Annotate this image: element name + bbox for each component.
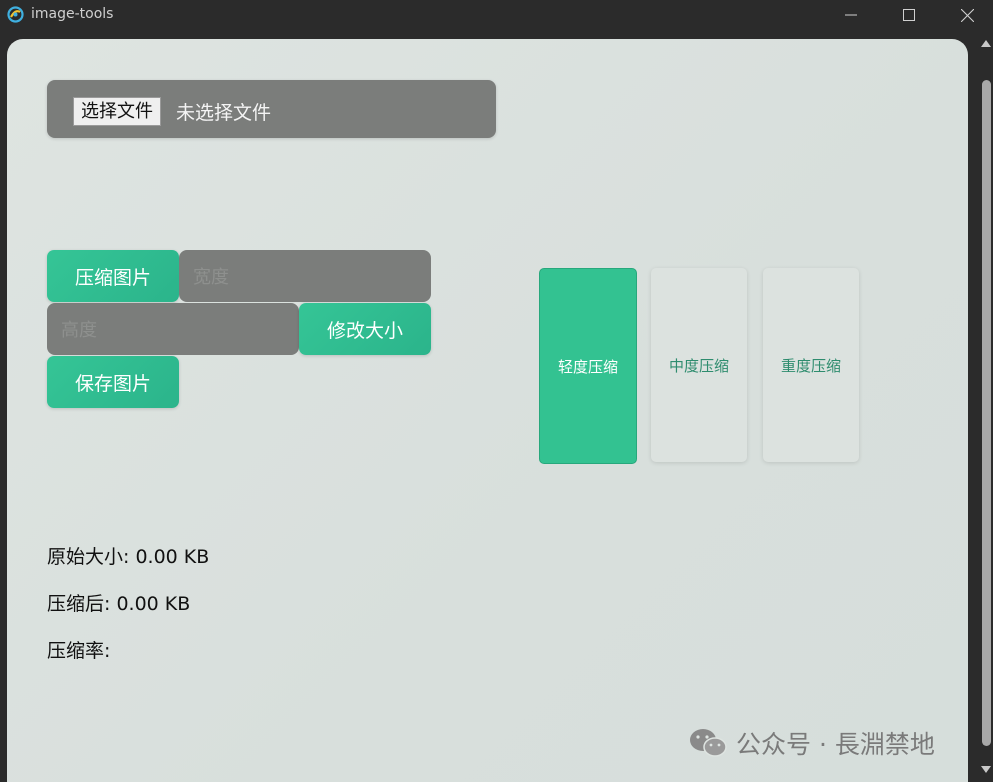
level-medium-button[interactable]: 中度压缩	[651, 268, 747, 462]
scroll-down-button[interactable]	[979, 762, 993, 776]
title-bar: image-tools	[0, 0, 993, 30]
resize-button[interactable]: 修改大小	[299, 303, 431, 355]
watermark: 公众号 · 長淵禁地	[688, 725, 935, 761]
scroll-up-button[interactable]	[979, 36, 993, 50]
close-icon	[960, 8, 974, 22]
minimize-icon	[845, 14, 857, 16]
level-heavy-button[interactable]: 重度压缩	[763, 268, 859, 462]
choose-file-button[interactable]: 选择文件	[73, 97, 161, 126]
main-panel: 选择文件 未选择文件 压缩图片 宽度 高度 修改大小 保存图片 轻度压缩 中度压…	[7, 39, 968, 782]
scrollbar-thumb[interactable]	[982, 80, 991, 746]
original-size-text: 原始大小: 0.00 KB	[47, 546, 210, 568]
compress-button[interactable]: 压缩图片	[47, 250, 179, 302]
file-status-text: 未选择文件	[176, 102, 272, 124]
app-icon	[7, 6, 24, 23]
maximize-button[interactable]	[880, 0, 938, 30]
compressed-size-text: 压缩后: 0.00 KB	[47, 593, 191, 615]
wechat-icon	[690, 729, 727, 757]
level-light-button[interactable]: 轻度压缩	[539, 268, 637, 464]
close-button[interactable]	[938, 0, 993, 30]
compression-ratio-text: 压缩率:	[47, 640, 111, 662]
save-button[interactable]: 保存图片	[47, 356, 179, 408]
height-input[interactable]: 高度	[47, 303, 299, 355]
watermark-text: 公众号 · 長淵禁地	[736, 730, 935, 759]
scroll-up-icon	[981, 39, 991, 47]
maximize-icon	[903, 9, 915, 21]
scroll-down-icon	[981, 765, 991, 773]
minimize-button[interactable]	[822, 0, 880, 30]
file-picker: 选择文件 未选择文件	[47, 80, 496, 138]
window-title: image-tools	[31, 6, 114, 22]
width-input[interactable]: 宽度	[179, 250, 431, 302]
scrollbar[interactable]	[979, 30, 993, 782]
